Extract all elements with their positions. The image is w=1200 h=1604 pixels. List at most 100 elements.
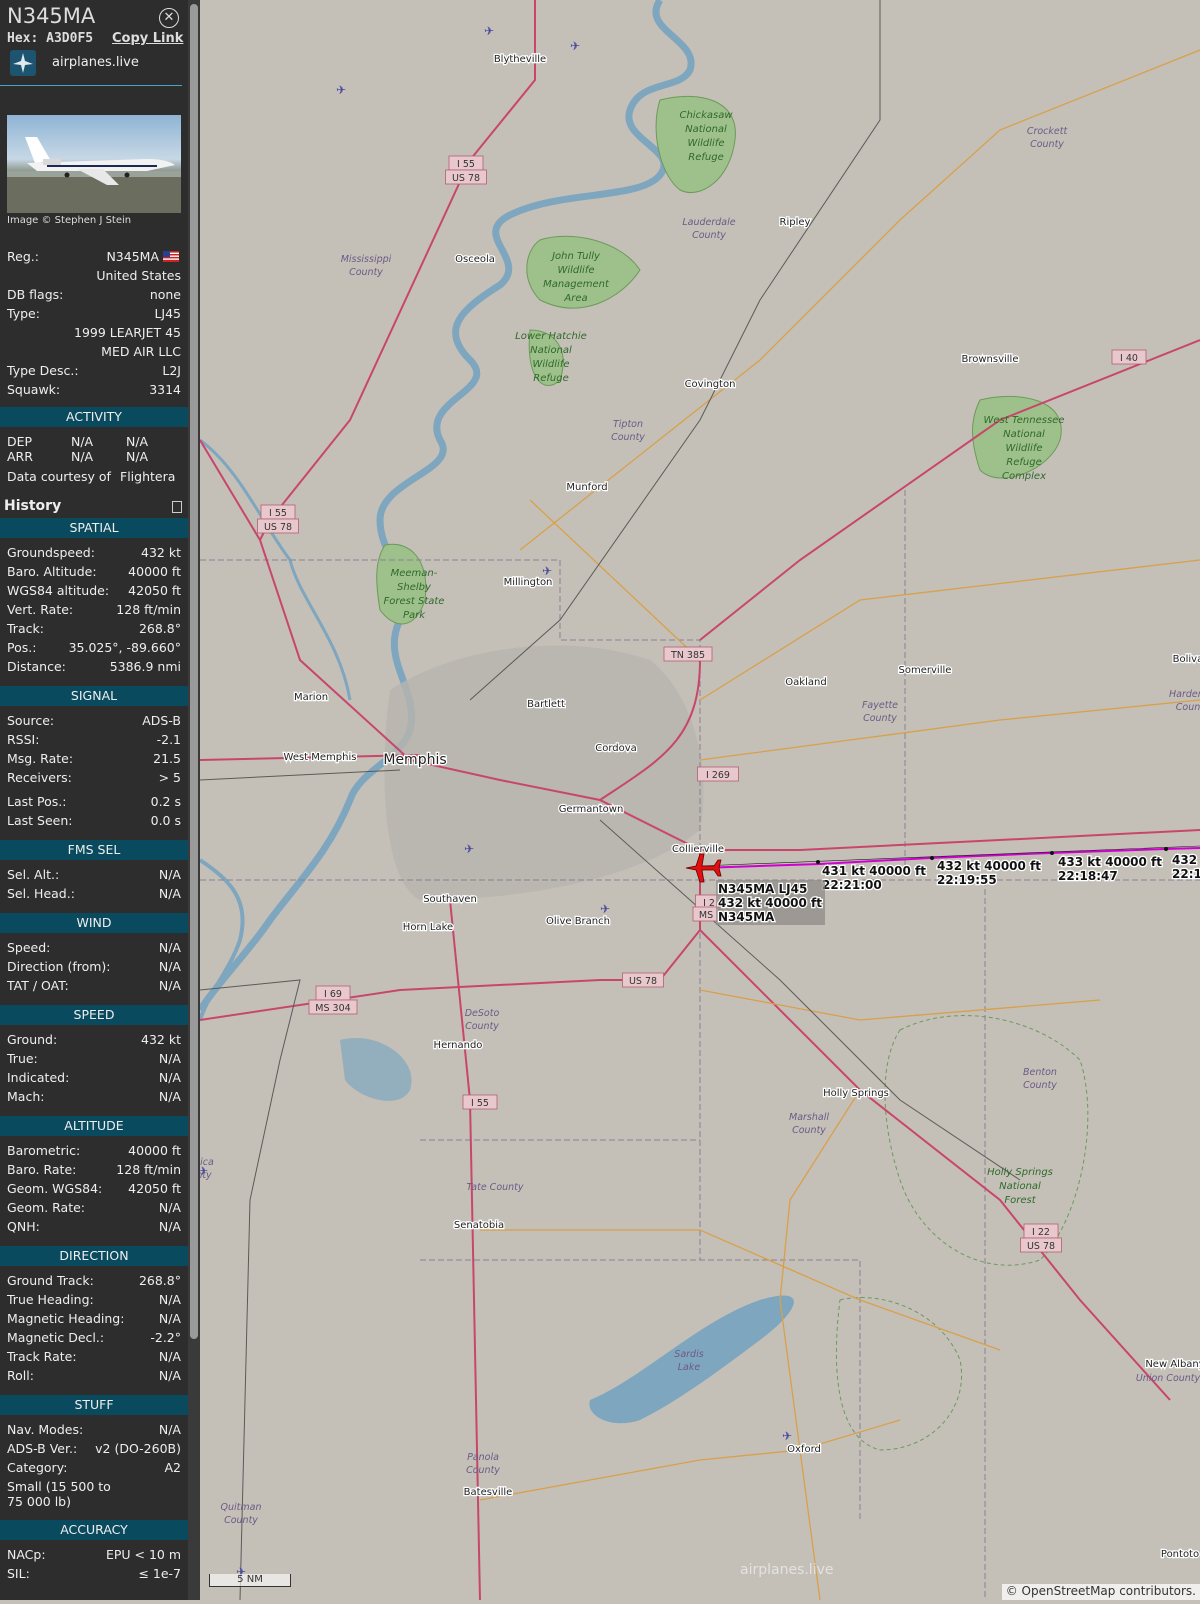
detail-label: Mach: [7,1089,45,1104]
owner-value: MED AIR LLC [101,344,181,359]
county-label: Tipton [613,419,643,430]
aircraft-photo[interactable] [7,115,181,213]
road-shield-label: US 78 [629,976,657,987]
protected-area-label: National [685,124,727,135]
county-label: County [692,230,726,241]
place-label: Olive Branch [546,916,610,927]
detail-label: Nav. Modes: [7,1422,84,1437]
owner-row: MED AIR LLC [7,344,181,363]
airport-icon: ✈ [600,902,610,916]
detail-label: Last Seen: [7,813,73,828]
place-label: Bartlett [527,699,565,710]
airport-icon: ✈ [782,1429,792,1443]
place-label: Covington [685,379,736,390]
road-shield-label: I 55 [269,508,287,519]
detail-value: N/A [158,886,181,901]
typedesc-value: L2J [162,363,181,378]
airplanes-live-watermark: airplanes.live [740,1562,834,1578]
protected-area-label: John Tully [550,251,601,262]
place-label: Pontoto [1161,1549,1199,1560]
detail-value: 35.025°, -89.660° [68,640,181,655]
scrollbar-thumb[interactable] [190,4,198,1339]
protected-area-label: Wildlife [532,359,569,370]
dbflags-value: none [149,287,181,302]
detail-row: Category: A2 [7,1460,181,1479]
osm-attribution[interactable]: © OpenStreetMap contributors. [1001,1584,1200,1600]
place-label: Batesville [464,1487,513,1498]
type-value: LJ45 [154,306,181,321]
detail-label: Vert. Rate: [7,602,74,617]
county-label: County [224,1515,258,1526]
place-label: Collierville [672,844,724,855]
history-toggle[interactable]: History [0,496,188,518]
place-label: Oxford [787,1444,821,1455]
county-label: Mississippi [341,254,392,265]
detail-label: Ground Track: [7,1273,94,1288]
protected-area-label: Meeman- [391,568,438,579]
arr-row: ARR N/A N/A [7,449,181,468]
sidebar-scrollbar[interactable] [188,0,200,1600]
detail-value: 128 ft/min [116,1162,181,1177]
copy-link-button[interactable]: Copy Link [112,31,183,46]
squawk-row: Squawk: 3314 [7,382,181,401]
airport-icon: ✈ [542,564,552,578]
close-icon[interactable]: ✕ [159,8,179,28]
dep-time-value: N/A [71,434,94,449]
scale-bar: 5 NM [209,1574,291,1587]
protected-area-label: West Tennessee [984,415,1065,426]
place-label: Oakland [785,677,826,688]
detail-label: NACp: [7,1547,46,1562]
protected-area-label: Shelby [397,582,432,593]
track-point-label: 432 [1172,853,1197,867]
detail-label: Small (15 500 to 75 000 lb) [7,1479,111,1509]
detail-value: 0.0 s [150,813,181,828]
detail-row: NACp: EPU < 10 m [7,1547,181,1566]
reg-value: N345MA [106,249,159,264]
history-checkbox-icon[interactable] [172,501,182,513]
history-title: History [4,498,62,514]
detail-row: Magnetic Heading: N/A [7,1311,181,1330]
detail-label: Barometric: [7,1143,81,1158]
county-label: Benton [1023,1067,1057,1078]
detail-value: N/A [158,867,181,882]
aircraft-label-line: N345MA [718,910,775,924]
place-label: Ripley [780,217,811,228]
detail-row: Barometric: 40000 ft [7,1143,181,1162]
detail-value: 432 kt [141,545,181,560]
protected-area-label: Refuge [688,152,723,163]
typedesc-label: Type Desc.: [7,363,79,378]
detail-label: Baro. Altitude: [7,564,97,579]
protected-area-label: Area [563,293,587,304]
aircraft-photo-image [7,137,181,213]
road-shield-label: I 269 [706,770,730,781]
place-label: Somerville [899,665,952,676]
detail-row: WGS84 altitude: 42050 ft [7,583,181,602]
detail-row: Vert. Rate: 128 ft/min [7,602,181,621]
county-label: Quitman [221,1502,262,1513]
airport-icon: ✈ [484,24,494,38]
road-shield-label: US 78 [264,522,292,533]
detail-label: True Heading: [7,1292,94,1307]
detail-label: TAT / OAT: [7,978,69,993]
place-label: Marion [294,692,328,703]
track-point-label: 431 kt 40000 ft [822,864,926,878]
protected-area-label: Lower Hatchie [515,331,587,342]
road-shield-label: I 22 [1032,1227,1050,1238]
brand-link[interactable]: airplanes.live [52,55,139,70]
map-view[interactable]: ✈ ✈ ✈ ✈ ✈ ✈ ✈ ✈ ✈ Chickasaw National Wildl… [194,0,1200,1601]
detail-label: RSSI: [7,732,40,747]
map-canvas[interactable]: ✈ ✈ ✈ ✈ ✈ ✈ ✈ ✈ ✈ ChickasawNationalWildl… [194,0,1200,1601]
county-label: Lauderdale [682,217,735,228]
detail-value: N/A [158,1368,181,1383]
wind-section-header: WIND [0,913,188,933]
protected-area-label: Wildlife [1005,443,1042,454]
road-shield-label: US 78 [452,173,480,184]
road-shield-label: I 55 [471,1098,489,1109]
county-label: Panola [467,1452,499,1463]
aircraft-label-line: 432 kt 40000 ft [718,896,822,910]
us-flag-icon [163,251,179,262]
place-label: Hernando [434,1040,483,1051]
detail-value: 0.2 s [150,794,181,809]
flightera-link[interactable]: Flightera [120,469,175,484]
detail-row: Nav. Modes: N/A [7,1422,181,1441]
